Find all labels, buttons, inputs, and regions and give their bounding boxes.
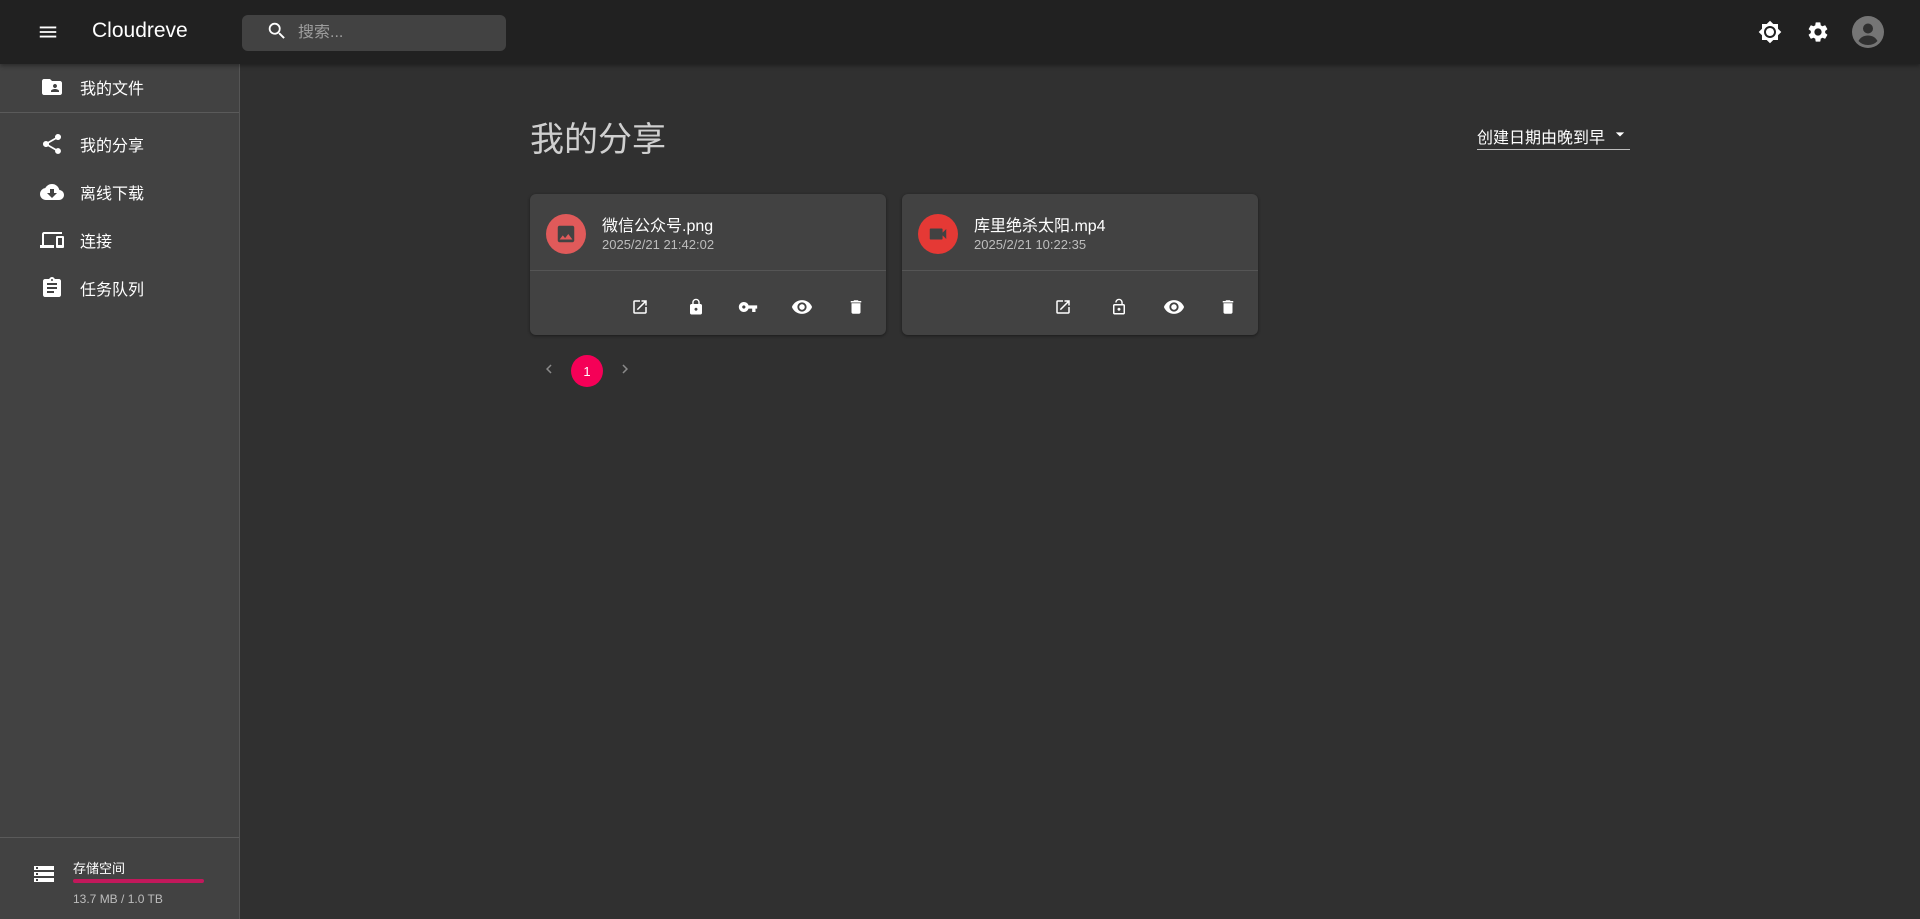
sidebar-item-connections[interactable]: 连接 bbox=[0, 220, 239, 260]
caret-down-icon bbox=[1610, 124, 1630, 149]
storage-title: 存储空间 bbox=[73, 861, 126, 876]
folder-shared-icon bbox=[40, 75, 64, 99]
storage-usage-text: 13.7 MB / 1.0 TB bbox=[73, 892, 163, 906]
menu-icon[interactable] bbox=[28, 12, 68, 52]
search-input[interactable] bbox=[298, 24, 498, 42]
storage-icon bbox=[32, 862, 56, 891]
pagination-next-button[interactable] bbox=[609, 355, 641, 387]
image-file-icon bbox=[546, 214, 586, 254]
devices-icon bbox=[40, 228, 64, 252]
sidebar-item-label: 连接 bbox=[80, 234, 113, 251]
lock-icon[interactable] bbox=[676, 287, 716, 327]
pagination-page-button[interactable]: 1 bbox=[571, 355, 603, 387]
sidebar: 我的文件 我的分享 离线下载 连接 任务队列 存储空间 13.7 MB / 1.… bbox=[0, 64, 240, 919]
eye-icon[interactable] bbox=[782, 287, 822, 327]
lock-open-icon[interactable] bbox=[1099, 287, 1139, 327]
page-title: 我的分享 bbox=[530, 121, 666, 159]
share-card[interactable]: 微信公众号.png 2025/2/21 21:42:02 bbox=[530, 194, 886, 335]
share-date: 2025/2/21 10:22:35 bbox=[974, 237, 1087, 252]
share-file-name[interactable]: 微信公众号.png bbox=[602, 212, 713, 236]
share-card[interactable]: 库里绝杀太阳.mp4 2025/2/21 10:22:35 bbox=[902, 194, 1258, 335]
eye-icon[interactable] bbox=[1154, 287, 1194, 327]
sidebar-item-label: 我的文件 bbox=[80, 81, 145, 98]
sidebar-item-label: 我的分享 bbox=[80, 138, 145, 155]
key-icon[interactable] bbox=[728, 287, 768, 327]
open-in-new-icon[interactable] bbox=[1043, 287, 1083, 327]
sort-select-value: 创建日期由晚到早 bbox=[1477, 130, 1606, 147]
sidebar-item-my-files[interactable]: 我的文件 bbox=[0, 67, 239, 107]
video-file-icon bbox=[918, 214, 958, 254]
sort-select[interactable]: 创建日期由晚到早 bbox=[1477, 120, 1630, 150]
assignment-icon bbox=[40, 276, 64, 300]
cloud-download-icon bbox=[40, 180, 64, 204]
gear-icon[interactable] bbox=[1798, 12, 1838, 52]
storage-progress-bar bbox=[73, 879, 204, 883]
sidebar-item-label: 离线下载 bbox=[80, 186, 145, 203]
delete-icon[interactable] bbox=[1208, 287, 1248, 327]
chevron-right-icon bbox=[616, 360, 634, 383]
theme-toggle-icon[interactable] bbox=[1750, 12, 1790, 52]
sidebar-item-label: 任务队列 bbox=[80, 282, 145, 299]
card-divider bbox=[902, 270, 1258, 271]
open-in-new-icon[interactable] bbox=[620, 287, 660, 327]
sidebar-divider bbox=[0, 112, 239, 113]
share-date: 2025/2/21 21:42:02 bbox=[602, 237, 715, 252]
share-icon bbox=[40, 132, 64, 156]
search-icon bbox=[266, 20, 288, 47]
search-box[interactable] bbox=[242, 15, 506, 51]
chevron-left-icon bbox=[540, 360, 558, 383]
card-divider bbox=[530, 270, 886, 271]
share-file-name[interactable]: 库里绝杀太阳.mp4 bbox=[974, 212, 1106, 236]
pagination-prev-button[interactable] bbox=[533, 355, 565, 387]
app-title: Cloudreve bbox=[92, 19, 188, 42]
storage-panel: 存储空间 13.7 MB / 1.0 TB bbox=[0, 838, 239, 919]
sidebar-item-task-queue[interactable]: 任务队列 bbox=[0, 268, 239, 308]
storage-progress-fill bbox=[73, 879, 204, 883]
delete-icon[interactable] bbox=[836, 287, 876, 327]
app-bar: Cloudreve bbox=[0, 0, 1920, 64]
sidebar-item-offline-download[interactable]: 离线下载 bbox=[0, 172, 239, 212]
avatar[interactable] bbox=[1848, 12, 1888, 52]
sidebar-item-my-shares[interactable]: 我的分享 bbox=[0, 124, 239, 164]
